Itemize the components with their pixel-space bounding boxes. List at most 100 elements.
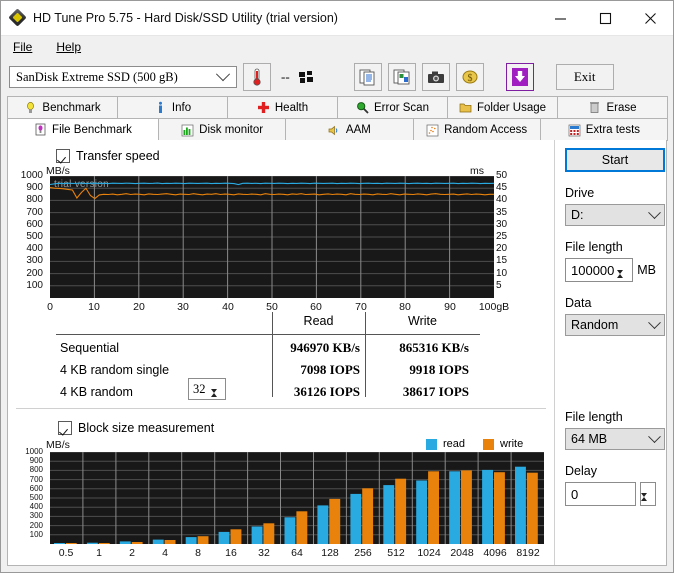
tab-error-scan[interactable]: Error Scan [337,96,448,118]
file-length-down[interactable] [617,270,631,289]
legend-label-read: read [443,438,466,450]
menu-file[interactable]: File [11,38,42,56]
screenshot-button[interactable] [421,63,450,91]
transfer-ytick: 900 [26,182,43,193]
file-length-stepper[interactable]: 100000 [565,258,634,289]
tab-folder-usage-label: Folder Usage [476,101,547,114]
close-button[interactable] [628,1,673,35]
block-ytick: 100 [29,530,43,539]
block-plot-area [50,452,544,544]
results-table: Read Write Sequential 946970 KB/s 865316… [8,312,554,407]
delay-arrows[interactable] [640,482,656,511]
results-header-write: Write [408,314,437,328]
data-combo-value: Random [571,318,619,332]
red-cross-icon [257,101,270,114]
tab-health-label: Health [274,101,309,114]
tab-disk-monitor-label: Disk monitor [199,124,264,136]
tab-folder-usage[interactable]: Folder Usage [447,96,558,118]
transfer-y2tick: 45 [496,182,508,193]
block-file-length-value: 64 MB [571,432,608,446]
transfer-y2tick: 30 [496,219,508,230]
legend-swatch-read [426,438,437,450]
chevron-down-icon [648,315,661,329]
maximize-button[interactable] [583,1,628,35]
tab-erase[interactable]: Erase [557,96,668,118]
block-y-unit: MB/s [46,439,70,451]
drive-select[interactable]: SanDisk Extreme SSD (500 gB) [9,66,237,88]
block-size-label: Block size measurement [78,421,215,435]
start-button[interactable]: Start [565,148,665,172]
temperature-value: -- [281,69,290,84]
transfer-ytick: 300 [26,255,43,266]
file-length-arrows[interactable] [617,259,631,289]
data-combo[interactable]: Random [565,314,665,336]
exit-button[interactable]: Exit [555,64,614,90]
results-row-label-0: Sequential [60,341,120,355]
checkbox-icon [56,149,70,163]
copy-image-button[interactable] [387,63,416,91]
money-button[interactable]: $ [455,63,484,91]
block-size-checkbox[interactable]: Block size measurement [58,421,214,435]
results-value-write-2: 38617 IOPS [402,384,469,399]
app-icon [8,8,27,27]
magnifier-icon [356,101,369,114]
toolbar: SanDisk Extreme SSD (500 gB) -- $ Exit [1,58,673,96]
tab-aam[interactable]: AAM [285,118,414,141]
transfer-speed-label: Transfer speed [76,149,160,163]
tab-file-benchmark[interactable]: File Benchmark [7,118,159,141]
trash-icon [588,101,601,114]
block-ytick: 700 [29,475,43,484]
transfer-y2tick: 15 [496,255,508,266]
chevron-down-icon [215,67,231,82]
transfer-ytick: 500 [26,231,43,242]
scatter-icon [426,124,439,137]
transfer-y2tick: 25 [496,231,508,242]
transfer-speed-checkbox[interactable]: Transfer speed [56,149,160,163]
transfer-ytick: 1000 [20,170,43,181]
results-value-read-1: 7098 IOPS [300,362,360,377]
tab-benchmark[interactable]: Benchmark [7,96,118,118]
file-length-row: 100000 MB [565,258,656,289]
block-ytick: 1000 [25,447,43,456]
delay-label: Delay [565,464,597,478]
transfer-y2tick: 35 [496,207,508,218]
queue-depth-down[interactable] [211,389,225,407]
delay-down[interactable] [641,493,655,511]
transfer-ytick: 700 [26,207,43,218]
tab-extra-tests[interactable]: Extra tests [539,118,668,141]
money-icon: $ [462,70,478,84]
minimize-button[interactable] [538,1,583,35]
download-button[interactable] [505,63,534,91]
legend-swatch-write [483,438,494,450]
delay-input[interactable]: 0 [565,482,636,506]
tab-info[interactable]: Info [117,96,228,118]
transfer-ytick: 100 [26,280,43,291]
right-pane: Start Drive D: File length 100000 MB Dat… [554,140,666,565]
block-file-length-combo[interactable]: 64 MB [565,428,665,450]
queue-depth-arrows[interactable] [211,379,225,407]
tab-error-scan-label: Error Scan [374,101,429,114]
results-value-read-0: 946970 KB/s [290,340,360,355]
tab-disk-monitor[interactable]: Disk monitor [158,118,287,141]
drive-combo[interactable]: D: [565,204,665,226]
left-pane: Transfer speed MB/s ms trial version 100… [8,140,554,565]
menu-help[interactable]: Help [54,38,91,56]
tab-row-2: File Benchmark Disk monitor AAM Random A… [7,118,668,141]
camera-icon [427,71,444,83]
tab-file-benchmark-label: File Benchmark [52,123,132,136]
copy-button[interactable] [353,63,382,91]
transfer-ytick: 600 [26,219,43,230]
copy-icon [359,69,375,86]
block-legend-read: read [426,438,465,450]
block-file-length-label: File length [565,410,623,424]
queue-depth-stepper[interactable]: 32 [188,378,226,407]
temperature-button[interactable] [243,63,271,91]
calculator-icon [568,124,581,137]
tab-row-1: Benchmark Info Health Error Scan Folder … [7,96,668,118]
results-row-label-2: 4 KB random [60,385,133,399]
tab-extra-tests-label: Extra tests [585,124,641,136]
tab-random-access[interactable]: Random Access [412,118,541,141]
chevron-down-icon [648,205,661,219]
tab-health[interactable]: Health [227,96,338,118]
bar-chart-icon [181,124,194,137]
